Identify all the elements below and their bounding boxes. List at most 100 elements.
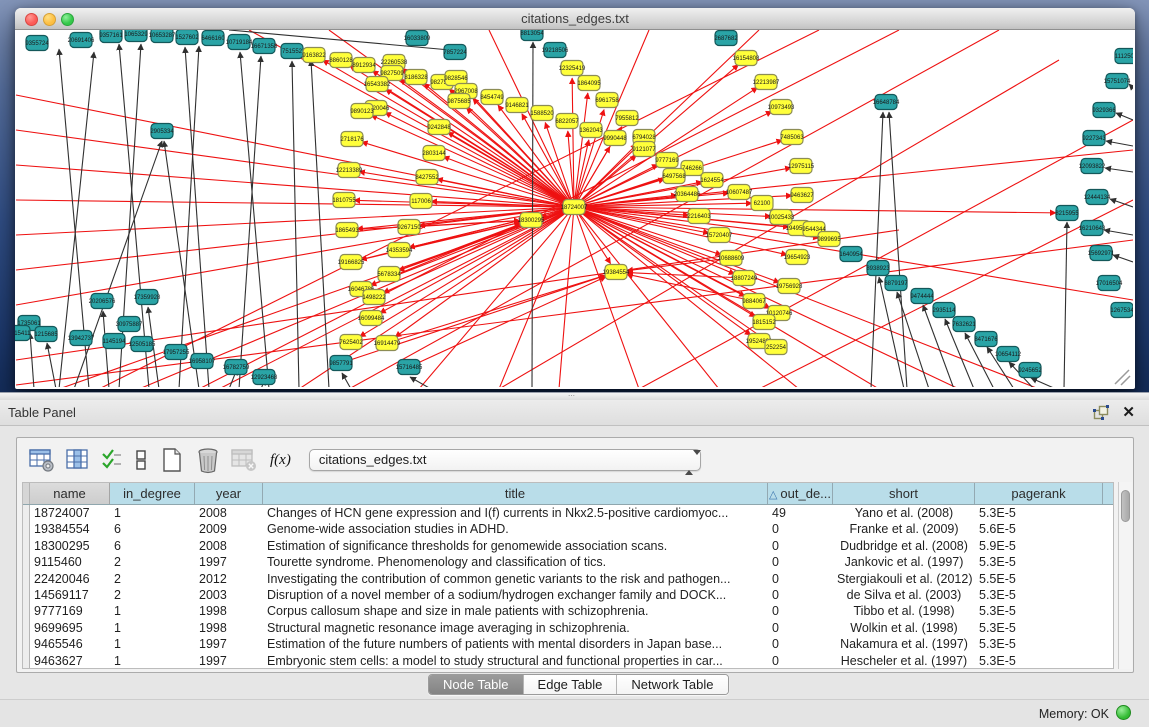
network-node[interactable]: 1498222 [362, 290, 386, 305]
network-node[interactable]: 10025433 [768, 210, 795, 225]
network-node[interactable]: 16782759 [223, 360, 250, 375]
network-node[interactable]: 1112504 [1115, 49, 1133, 64]
network-node[interactable]: 9990448 [603, 131, 627, 146]
canvas-resize-grip[interactable] [1115, 370, 1130, 385]
network-node[interactable]: 9857791 [329, 356, 353, 371]
network-node[interactable]: 8427552 [415, 170, 439, 185]
network-node[interactable]: 117006 [410, 194, 432, 209]
table-row[interactable]: 1872400712008Changes of HCN gene express… [23, 505, 1113, 521]
network-node[interactable]: 17016504 [1096, 276, 1123, 291]
table-row[interactable]: 911546021997Tourette syndrome. Phenomeno… [23, 554, 1113, 570]
network-node[interactable]: 9463627 [790, 188, 814, 203]
network-node[interactable]: 18807249 [731, 271, 758, 286]
network-node[interactable]: 9121077 [632, 142, 656, 157]
network-node[interactable]: 19166825 [338, 255, 365, 270]
network-node[interactable]: 9474444 [910, 289, 934, 304]
network-node[interactable]: 5678334 [377, 267, 401, 282]
column-header-title[interactable]: title [263, 483, 768, 504]
network-node[interactable]: 8454749 [480, 90, 504, 105]
network-node[interactable]: 9884067 [742, 294, 766, 309]
network-node[interactable]: 6961758 [595, 93, 619, 108]
network-node[interactable]: 1145194 [103, 334, 127, 349]
table-row[interactable]: 946554611997Estimation of the future num… [23, 636, 1113, 652]
tab-network-table[interactable]: Network Table [617, 675, 727, 694]
network-node[interactable]: 7485063 [780, 130, 804, 145]
network-node[interactable]: 10653287 [149, 30, 176, 43]
network-node[interactable]: 9329366 [1092, 103, 1116, 118]
network-canvas[interactable]: 9355724206914069357161106532910653287152… [15, 30, 1133, 387]
new-table-icon[interactable] [159, 447, 185, 473]
network-node[interactable]: 16099484 [358, 311, 385, 326]
horizontal-splitter[interactable]: ⋯ [0, 392, 1149, 400]
table-scrollbar[interactable] [1118, 482, 1132, 669]
select-attributes-icon[interactable] [101, 448, 123, 472]
network-node[interactable]: 7632621 [952, 317, 976, 332]
network-node[interactable]: 7857224 [443, 45, 467, 60]
network-node[interactable]: 12444134 [1084, 190, 1111, 205]
network-node[interactable]: 252254 [765, 340, 787, 355]
table-row[interactable]: 969969511998Structural magnetic resonanc… [23, 620, 1113, 636]
network-node[interactable]: 10719184 [226, 35, 253, 50]
window-titlebar[interactable]: citations_edges.txt [15, 8, 1135, 30]
network-node[interactable]: 2905334 [150, 124, 174, 139]
network-node[interactable]: 16958107 [189, 354, 216, 369]
network-node[interactable]: 20691406 [68, 33, 95, 48]
network-node[interactable]: 62100 [751, 196, 773, 211]
network-node[interactable]: 3915411 [15, 326, 31, 341]
network-node[interactable]: 1588520 [530, 106, 554, 121]
network-node[interactable]: 12975115 [788, 159, 815, 174]
network-node[interactable]: 7955812 [615, 111, 639, 126]
network-node[interactable]: 9245652 [1018, 363, 1042, 378]
network-node[interactable]: 6822057 [555, 114, 579, 129]
network-node[interactable]: 30975887 [116, 317, 143, 332]
network-node[interactable]: 2718176 [340, 132, 364, 147]
scrollbar-thumb[interactable] [1121, 490, 1130, 522]
network-node[interactable]: 12213389 [336, 163, 363, 178]
network-node[interactable]: 17957255 [163, 345, 190, 360]
network-node[interactable]: 14353594 [386, 243, 413, 258]
network-node[interactable]: 10688609 [718, 251, 745, 266]
network-node[interactable]: 8813054 [520, 30, 544, 41]
network-node[interactable]: 2935114 [933, 303, 957, 318]
network-node[interactable]: 1215685 [34, 327, 58, 342]
network-node[interactable]: 15692971 [1088, 246, 1115, 261]
citation-network-graph[interactable]: 9355724206914069357161106532910653287152… [15, 30, 1133, 387]
network-node[interactable]: 9227343 [1082, 131, 1106, 146]
network-node[interactable]: 6497568 [662, 169, 686, 184]
network-view-window[interactable]: citations_edges.txt 93557242069140693571… [15, 8, 1135, 389]
float-panel-icon[interactable] [1093, 405, 1109, 421]
network-node[interactable]: 751552 [281, 44, 303, 59]
column-header-short[interactable]: short [833, 483, 975, 504]
table-row[interactable]: 946362711997Embryonic stem cells: a mode… [23, 653, 1113, 669]
network-node[interactable]: 6879197 [884, 276, 908, 291]
network-node[interactable]: 9357161 [99, 30, 123, 43]
delete-table-icon[interactable] [231, 448, 257, 472]
network-node[interactable]: 8215955 [1055, 206, 1079, 221]
network-node[interactable]: 1640954 [839, 247, 863, 262]
column-header-out-de-[interactable]: △out_de... [768, 483, 833, 504]
network-node[interactable]: 15751074 [1104, 74, 1131, 89]
network-node[interactable]: 9890123 [350, 104, 374, 119]
table-settings-icon[interactable] [29, 448, 55, 472]
tab-node-table[interactable]: Node Table [429, 675, 524, 694]
row-height-icon[interactable] [134, 448, 148, 472]
network-node[interactable]: 19218506 [542, 43, 569, 58]
network-node[interactable]: 16671358 [251, 39, 278, 54]
network-node[interactable]: 18724007 [561, 200, 588, 215]
network-node[interactable]: 9267150 [397, 220, 421, 235]
table-select-dropdown[interactable]: citations_edges.txt [309, 449, 701, 471]
network-node[interactable]: 12213987 [753, 75, 780, 90]
function-builder-icon[interactable]: f(x) [270, 452, 291, 469]
network-node[interactable]: 8938923 [866, 261, 890, 276]
network-node[interactable]: 16914479 [374, 336, 401, 351]
network-node[interactable]: 16648784 [873, 95, 900, 110]
network-node[interactable]: 16543382 [364, 77, 391, 92]
network-node[interactable]: 2803144 [422, 146, 446, 161]
network-node[interactable]: 12093822 [1079, 159, 1106, 174]
column-header-year[interactable]: year [195, 483, 263, 504]
delete-attribute-icon[interactable] [196, 447, 220, 474]
column-chooser-icon[interactable] [66, 448, 90, 472]
network-node[interactable]: 10654112 [995, 347, 1022, 362]
network-node[interactable]: 7625402 [339, 335, 363, 350]
network-node[interactable]: 10607487 [726, 185, 753, 200]
